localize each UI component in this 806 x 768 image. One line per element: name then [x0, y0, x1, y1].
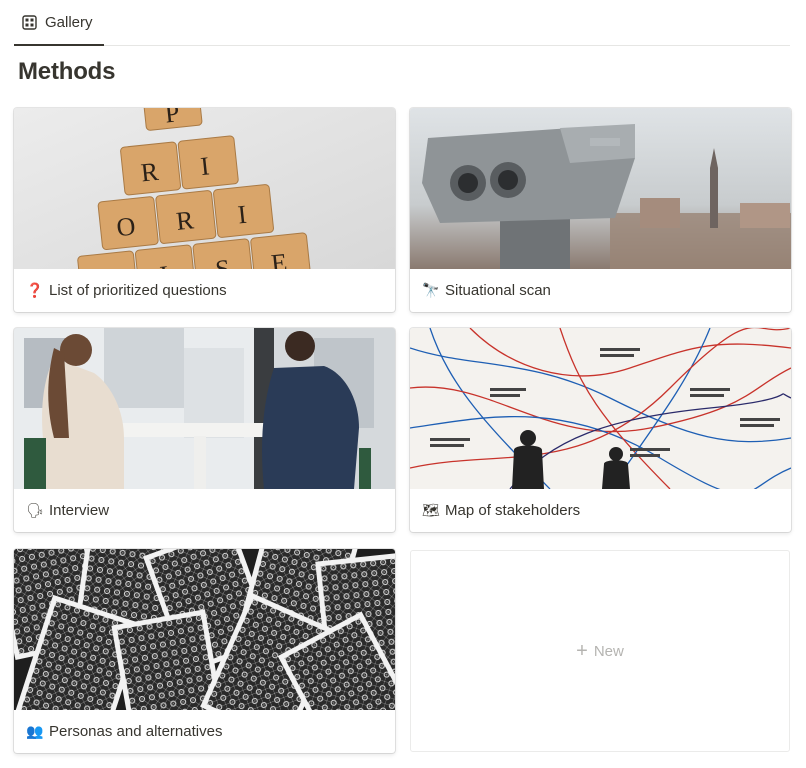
svg-text:P: P	[163, 108, 180, 129]
tab-label: Gallery	[45, 13, 93, 31]
question-mark-icon: ❓	[26, 281, 44, 298]
card-cover-image: P R I O R I T I S E	[14, 108, 395, 269]
card-cover-image	[14, 549, 395, 710]
new-card-button[interactable]: + New	[410, 550, 790, 752]
card-title: ❓ List of prioritized questions	[26, 269, 227, 311]
plus-icon: +	[576, 639, 588, 662]
gallery-card-personas-and-alternatives[interactable]: 👥 Personas and alternatives	[14, 549, 395, 753]
gallery-grid-icon	[22, 14, 37, 30]
card-title-text: Map of stakeholders	[445, 501, 581, 519]
new-card-label: New	[593, 642, 624, 660]
people-icon: 👥	[26, 722, 44, 739]
card-title-text: Personas and alternatives	[49, 722, 223, 740]
telescope-icon: 🔭	[422, 281, 440, 298]
gallery-card-map-of-stakeholders[interactable]: 🗺 Map of stakeholders	[410, 328, 791, 532]
card-title: 👥 Personas and alternatives	[26, 710, 222, 752]
card-title-text: List of prioritized questions	[49, 281, 227, 299]
card-title: 🗣 Interview	[26, 489, 109, 531]
svg-text:O: O	[115, 211, 137, 242]
card-title: 🗺 Map of stakeholders	[422, 489, 580, 531]
view-tab-bar: Gallery	[14, 0, 790, 46]
card-title-text: Situational scan	[445, 281, 551, 299]
card-title: 🔭 Situational scan	[422, 269, 551, 311]
speaking-head-icon: 🗣	[26, 501, 44, 518]
card-cover-image	[410, 328, 791, 489]
card-cover-image	[410, 108, 791, 269]
gallery-card-interview[interactable]: 🗣 Interview	[14, 328, 395, 532]
card-title-text: Interview	[49, 501, 110, 519]
card-cover-image	[14, 328, 395, 489]
tab-gallery[interactable]: Gallery	[14, 0, 104, 46]
gallery-card-situational-scan[interactable]: 🔭 Situational scan	[410, 108, 791, 312]
gallery-card-prioritized-questions[interactable]: P R I O R I T I S E ❓ List of prioritize…	[14, 108, 395, 312]
map-icon: 🗺	[422, 501, 440, 518]
page-title: Methods	[18, 58, 116, 85]
svg-text:E: E	[270, 248, 289, 269]
